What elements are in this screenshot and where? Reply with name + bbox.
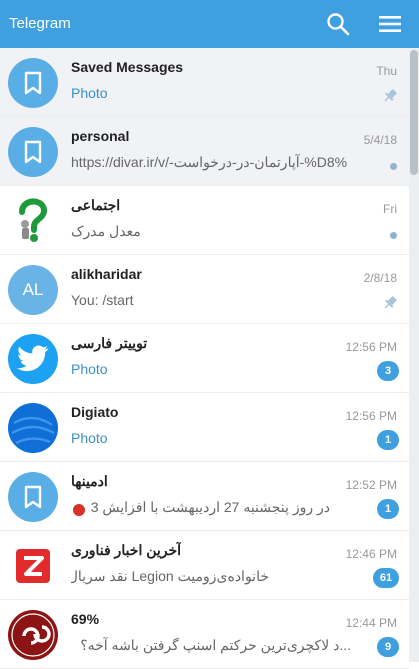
- chat-preview: ...د لاکچری‌ترين حرکتم اسنپ گرفتن باشه آ…: [80, 637, 351, 653]
- chat-row-admins[interactable]: ادمينها 12:52 PM در روز پنجشنبه 27 ارديب…: [0, 462, 409, 531]
- search-icon[interactable]: [326, 12, 350, 36]
- chat-name: ادمينها: [71, 473, 108, 489]
- chat-preview: Photo: [71, 430, 108, 446]
- chat-row-twitter-farsi[interactable]: تویيتر فارسی 12:56 PM Photo 3: [0, 324, 409, 393]
- avatar-initials: AL: [22, 280, 44, 299]
- chat-date: Thu: [376, 64, 397, 78]
- chat-name: Saved Messages: [71, 59, 184, 75]
- chat-preview: https://divar.ir/v/-آپارتمان-در-درخواست-…: [71, 154, 348, 170]
- chat-name: personal: [71, 128, 130, 144]
- unread-dot: [390, 163, 397, 170]
- chat-name: اجتماعی: [71, 197, 121, 213]
- chat-name: تویيتر فارسی: [71, 335, 148, 351]
- chat-row-personal[interactable]: personal 5/4/18 https://divar.ir/v/-آپار…: [0, 117, 409, 186]
- unread-badge: 1: [377, 430, 399, 450]
- chat-row-69-percent[interactable]: 69% 12:44 PM ...د لاکچری‌ترين حرکتم اسنپ…: [0, 600, 409, 669]
- chat-preview: معدل مدرک: [71, 223, 141, 239]
- pin-icon: [384, 89, 397, 102]
- unread-badge: 3: [377, 361, 399, 381]
- question-person-icon: [8, 196, 58, 246]
- chat-date: 12:52 PM: [345, 478, 397, 492]
- chat-name: 69%: [71, 611, 100, 627]
- chat-name: آخرين اخبار فناوری: [71, 542, 182, 558]
- red-circle-icon: [73, 504, 85, 516]
- chat-date: 12:46 PM: [345, 547, 397, 561]
- chat-row-saved-messages[interactable]: Saved Messages Thu Photo: [0, 48, 409, 117]
- chat-date: 12:44 PM: [345, 616, 397, 630]
- chat-list: Saved Messages Thu Photo personal 5/4/18…: [0, 48, 409, 669]
- chat-row-social[interactable]: اجتماعی Fri معدل مدرک: [0, 186, 409, 255]
- chat-row-digiato[interactable]: Digiato 12:56 PM Photo 1: [0, 393, 409, 462]
- unread-badge: 9: [377, 637, 399, 657]
- unread-dot: [390, 232, 397, 239]
- chat-row-tech-news[interactable]: آخرين اخبار فناوری 12:46 PM خانواده‌ی‌زو…: [0, 531, 409, 600]
- chat-date: 5/4/18: [363, 133, 397, 147]
- digiato-logo-icon: [8, 403, 58, 453]
- zoomit-logo-icon: [8, 541, 58, 591]
- bookmark-icon: [8, 127, 58, 177]
- unread-badge: 61: [373, 568, 399, 588]
- avatar: AL: [8, 265, 58, 315]
- chat-name: alikharidar: [71, 266, 142, 282]
- channel-logo-icon: [8, 610, 58, 660]
- chat-preview: در روز پنجشنبه 27 ارديبهشت با افزايش 3: [90, 499, 330, 515]
- twitter-bird-icon: [8, 334, 58, 384]
- bookmark-icon: [8, 472, 58, 522]
- chat-preview: You: /start: [71, 292, 134, 308]
- chat-date: 12:56 PM: [345, 340, 397, 354]
- chat-preview: Photo: [71, 85, 108, 101]
- scrollbar-thumb[interactable]: [410, 50, 418, 175]
- pin-icon: [384, 296, 397, 309]
- chat-preview: Photo: [71, 361, 108, 377]
- chat-date: 2/8/18: [363, 271, 397, 285]
- menu-icon[interactable]: [378, 14, 402, 34]
- app-header: Telegram: [0, 0, 419, 48]
- unread-badge: 1: [377, 499, 399, 519]
- bookmark-icon: [8, 58, 58, 108]
- app-title: Telegram: [9, 15, 71, 32]
- chat-date: 12:56 PM: [345, 409, 397, 423]
- chat-row-alikharidar[interactable]: AL alikharidar 2/8/18 You: /start: [0, 255, 409, 324]
- chat-preview: خانواده‌ی‌زوميت Legion نقد سريال: [71, 568, 269, 584]
- chat-name: Digiato: [71, 404, 119, 420]
- chat-date: Fri: [383, 202, 397, 216]
